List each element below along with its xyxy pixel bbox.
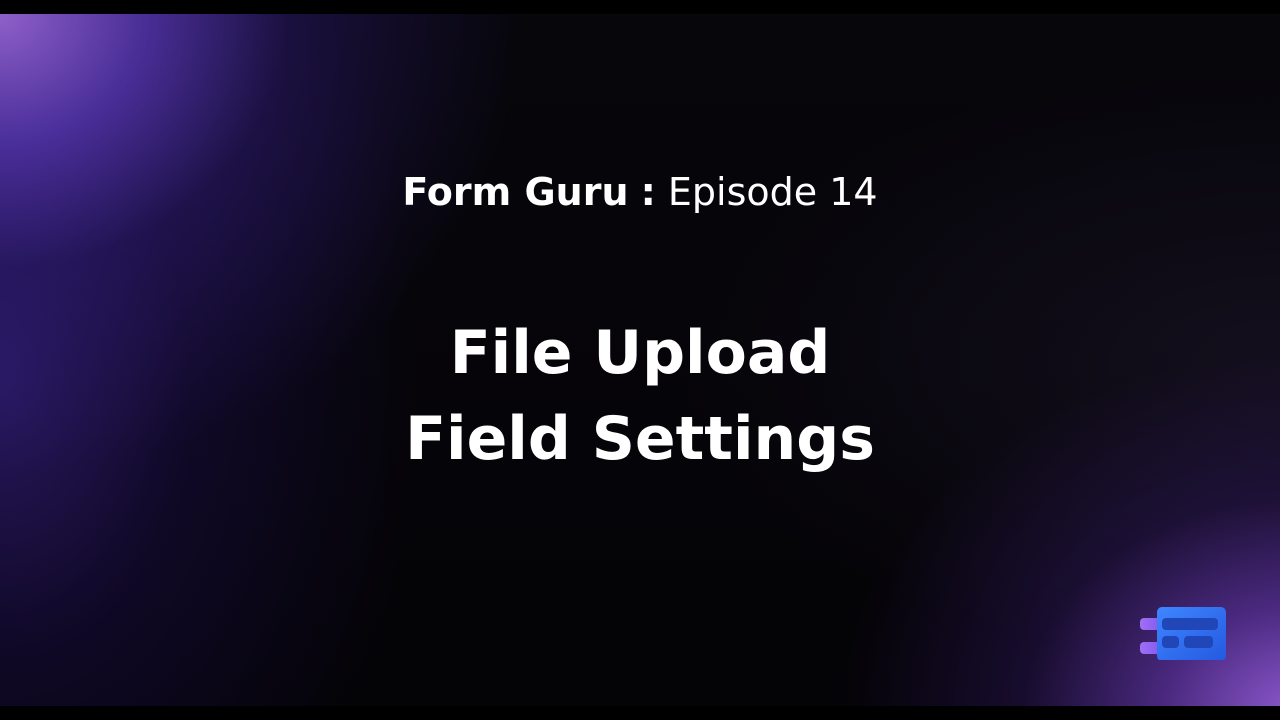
form-builder-logo-icon (1140, 594, 1226, 661)
subtitle-separator: : (640, 170, 656, 214)
title-line-2: Field Settings (405, 404, 875, 474)
title-line-1: File Upload (449, 318, 831, 388)
title-slide: Form Guru : Episode 14 File Upload Field… (0, 14, 1280, 706)
series-name: Form Guru (402, 170, 629, 214)
video-frame: Form Guru : Episode 14 File Upload Field… (0, 0, 1280, 720)
episode-title: File Upload Field Settings (0, 310, 1280, 482)
episode-subtitle: Form Guru : Episode 14 (0, 170, 1280, 214)
episode-number: Episode 14 (667, 170, 878, 214)
